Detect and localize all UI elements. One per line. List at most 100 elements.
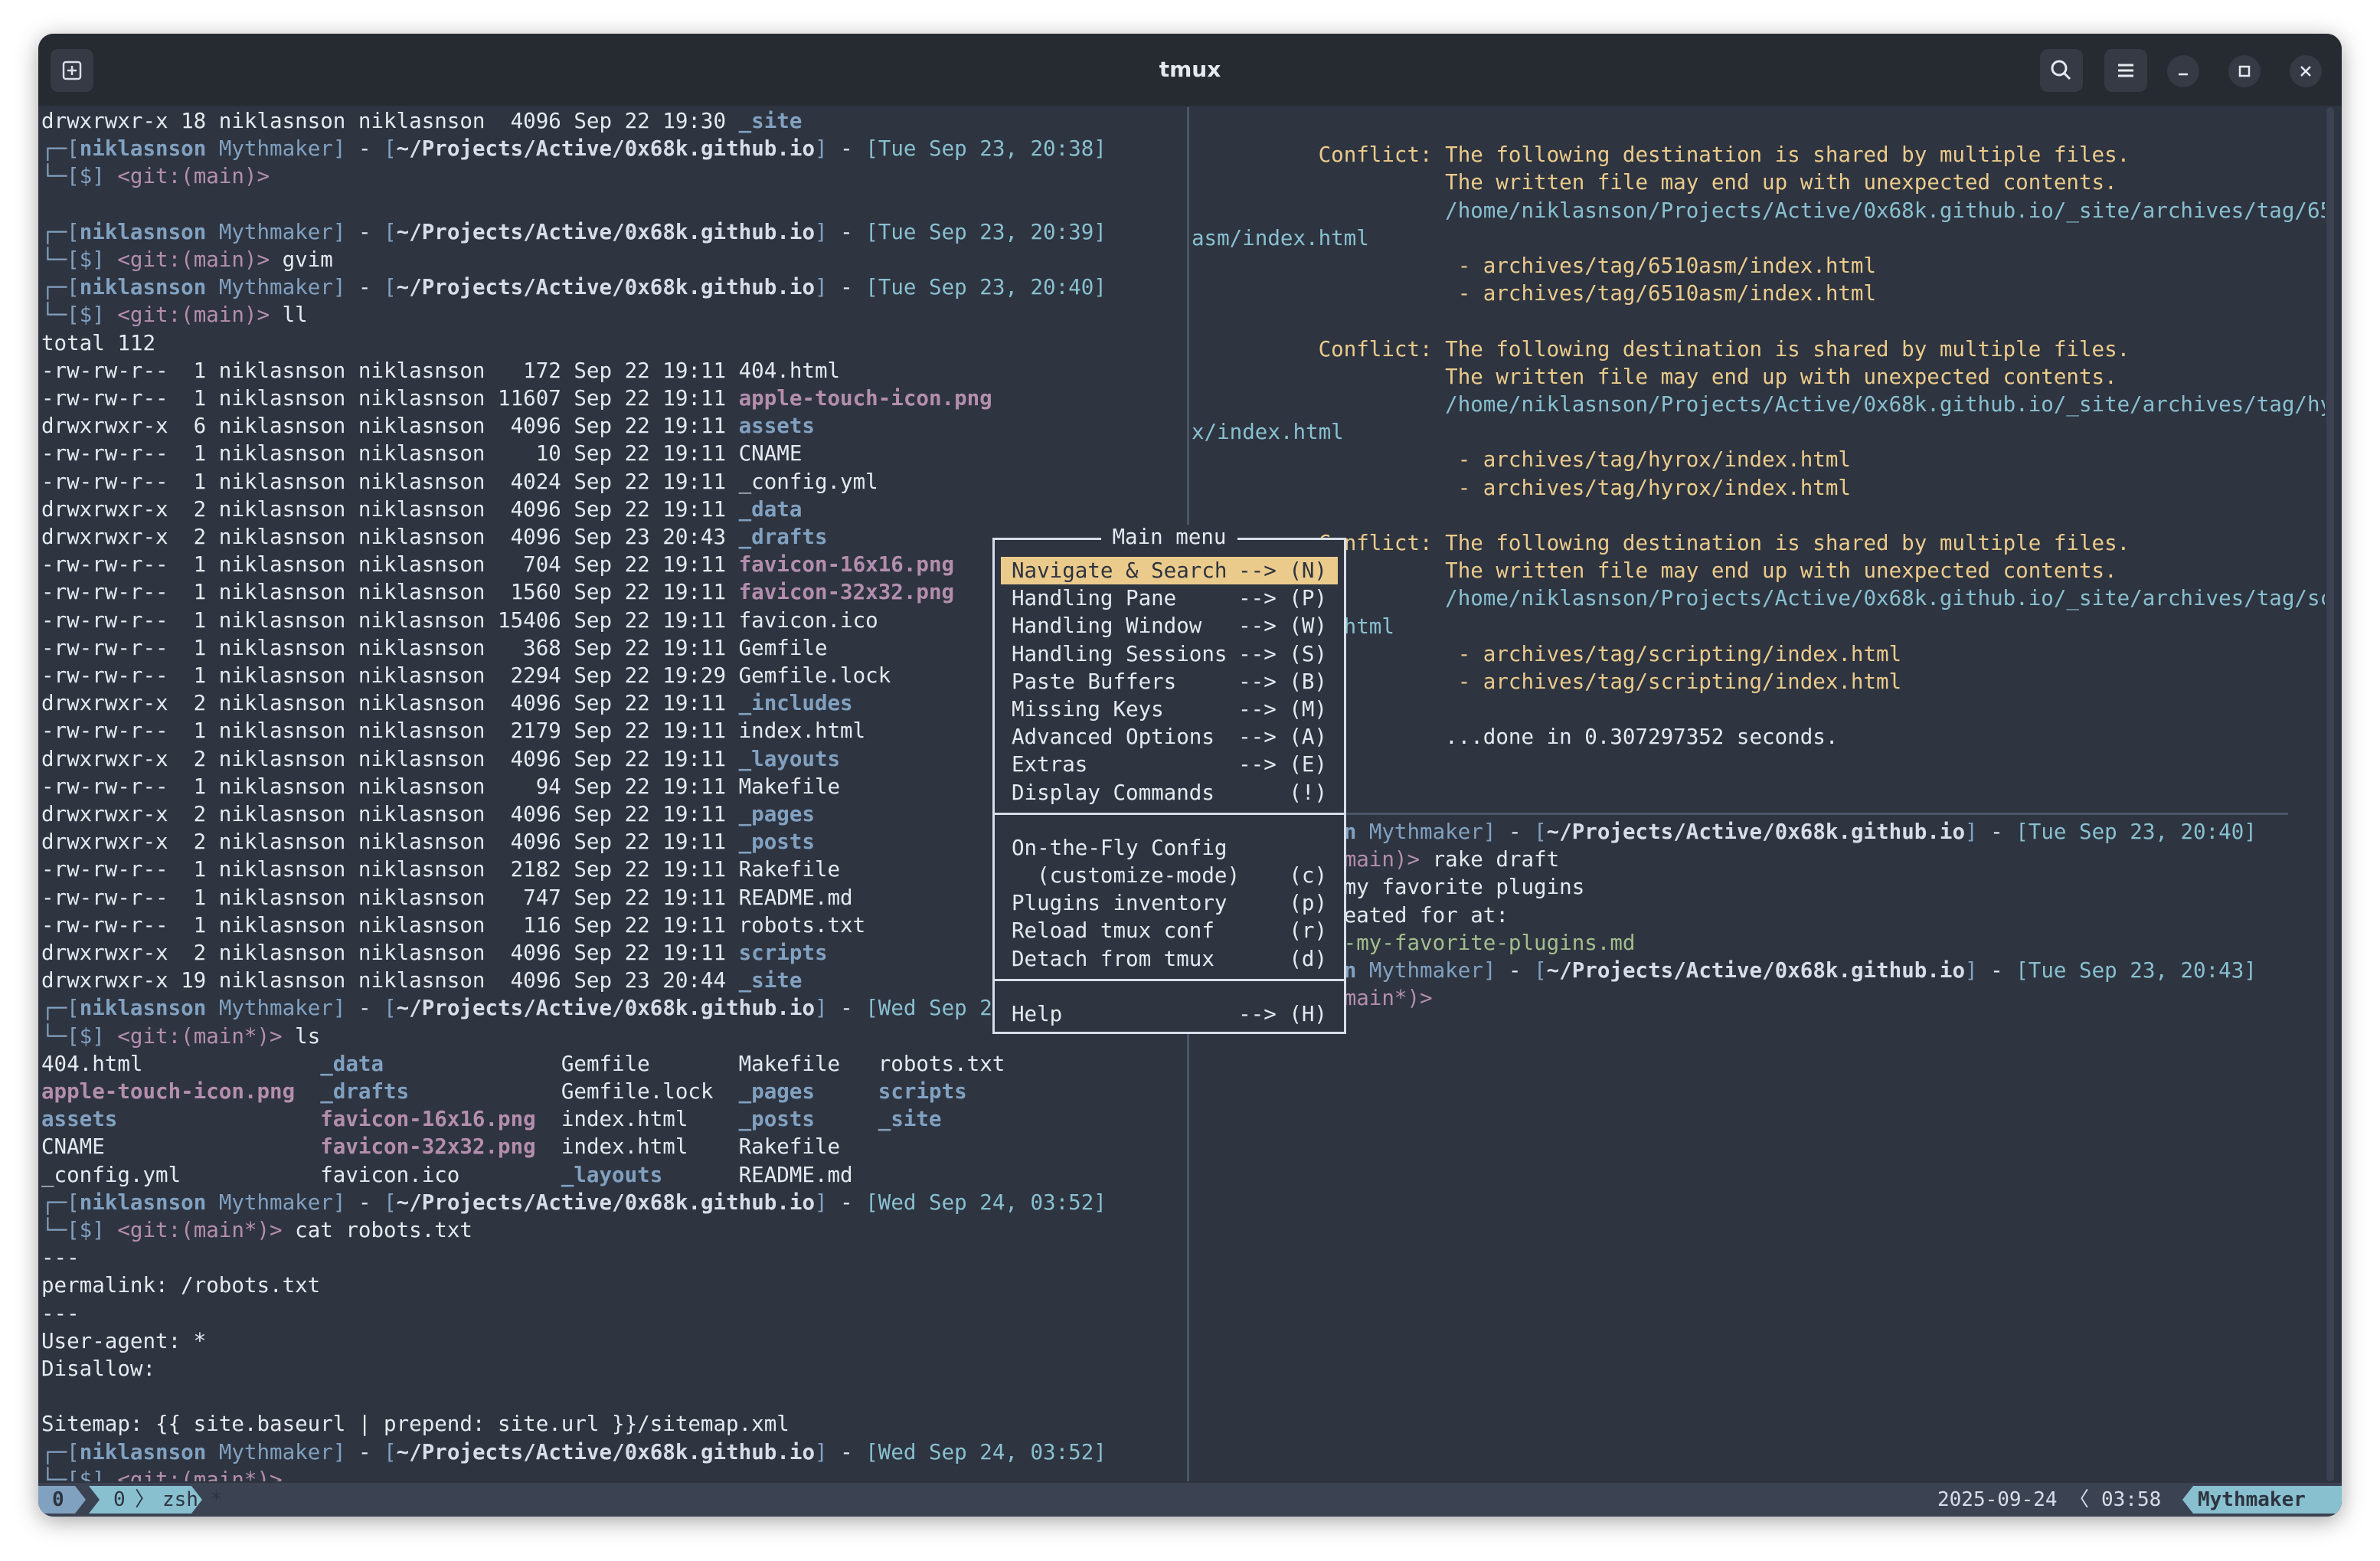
terminal-text: ┌─ bbox=[41, 1190, 67, 1215]
terminal-line: ┌─[niklasnson Mythmaker] - [~/Projects/A… bbox=[41, 994, 1030, 1022]
terminal-text: -rw-rw-r-- 1 niklasnson niklasnson 15406… bbox=[41, 607, 878, 633]
menu-item-label: Advanced Options bbox=[1012, 725, 1215, 750]
menu-item[interactable]: Detach from tmux (d) bbox=[1001, 945, 1338, 973]
menu-item[interactable]: Handling Pane --> (P) bbox=[1001, 584, 1338, 612]
menu-item-shortcut: --> (A) bbox=[1238, 725, 1327, 750]
terminal-text: ┌─ bbox=[41, 275, 67, 300]
terminal-line: Sitemap: {{ site.baseurl | prepend: site… bbox=[41, 1410, 790, 1438]
menu-item[interactable]: Missing Keys --> (M) bbox=[1001, 695, 1338, 723]
terminal-text: drwxrwxr-x 6 niklasnson niklasnson 4096 … bbox=[41, 414, 739, 439]
terminal-text: [ bbox=[384, 996, 397, 1021]
tmux-main-menu[interactable]: Main menu Navigate & Search --> (N) Handli… bbox=[992, 525, 1346, 1034]
menu-item[interactable]: Plugins inventory (p) bbox=[1001, 889, 1338, 917]
terminal-text: favicon-32x32.png bbox=[320, 1134, 536, 1160]
terminal-text: _layouts bbox=[738, 746, 841, 771]
menu-item[interactable]: Navigate & Search --> (N) bbox=[1001, 557, 1338, 584]
terminal-text: User-agent: * bbox=[41, 1328, 207, 1353]
terminal-text: - archives/tag/hyrox/index.html bbox=[1457, 475, 1851, 500]
menu-item-shortcut: (!) bbox=[1289, 780, 1327, 805]
menu-item[interactable]: Display Commands (!) bbox=[1001, 779, 1338, 807]
terminal-line: The written file may end up with unexpec… bbox=[1192, 363, 2117, 391]
terminal-text: [Tue Sep 23, 20:40] bbox=[2015, 820, 2257, 844]
terminal-text: ] bbox=[332, 219, 346, 244]
terminal-text: -rw-rw-r-- 1 niklasnson niklasnson 2182 … bbox=[41, 857, 841, 882]
session-index[interactable]: 0 bbox=[52, 1486, 64, 1514]
minimize-button[interactable] bbox=[2167, 55, 2199, 87]
terminal-text: favicon-16x16.png bbox=[320, 1107, 536, 1132]
menu-item[interactable]: Paste Buffers --> (B) bbox=[1001, 668, 1338, 695]
pane-divider-horizontal[interactable] bbox=[1189, 813, 2288, 815]
right-top-terminal-pane[interactable]: Conflict: The following destination is s… bbox=[1192, 113, 2325, 810]
terminal-text: ] bbox=[332, 275, 346, 300]
terminal-line: -rw-rw-r-- 1 niklasnson niklasnson 10 Se… bbox=[41, 440, 802, 467]
terminal-line: - archives/tag/6510asm/index.html bbox=[1192, 252, 1876, 280]
search-button[interactable] bbox=[2040, 49, 2083, 92]
menu-title: Main menu bbox=[1101, 525, 1237, 549]
terminal-line: ┌─[niklasnson Mythmaker] - [~/Projects/A… bbox=[41, 1189, 1107, 1216]
terminal-text: [ bbox=[384, 1190, 397, 1215]
right-bottom-terminal-pane[interactable]: ┌─[niklasnson Mythmaker] - [~/Projects/A… bbox=[1192, 818, 2325, 1480]
terminal-line: x/index.html bbox=[1192, 418, 1344, 446]
terminal-text: ] bbox=[815, 136, 828, 162]
terminal-line: -rw-rw-r-- 1 niklasnson niklasnson 2182 … bbox=[41, 856, 840, 883]
menu-item[interactable]: On-the-Fly Config bbox=[1001, 834, 1338, 862]
terminal-text: [$] bbox=[67, 164, 105, 189]
terminal-text: - bbox=[827, 1439, 866, 1464]
menu-item[interactable]: (customize-mode) (c) bbox=[1001, 862, 1338, 889]
terminal-line: User-agent: * bbox=[41, 1327, 206, 1355]
menu-item-shortcut: --> (N) bbox=[1238, 558, 1327, 583]
terminal-line: drwxrwxr-x 2 niklasnson niklasnson 4096 … bbox=[41, 800, 815, 828]
terminal-text: Mythmaker bbox=[206, 1190, 333, 1215]
menu-item[interactable]: Handling Sessions --> (S) bbox=[1001, 640, 1338, 668]
menu-item-label: Navigate & Search bbox=[1012, 558, 1228, 583]
terminal-line: ┌─[niklasnson Mythmaker] - [~/Projects/A… bbox=[41, 273, 1107, 301]
terminal-text: gvim bbox=[270, 247, 333, 272]
terminal-text: [ bbox=[67, 136, 80, 162]
status-time: 03:58 bbox=[2101, 1488, 2162, 1511]
terminal-text: [$] bbox=[67, 247, 105, 272]
menu-item[interactable]: Extras --> (E) bbox=[1001, 751, 1338, 778]
menu-item[interactable]: Reload tmux conf (r) bbox=[1001, 917, 1338, 944]
terminal-text: /home/niklasnson/Projects/Active/0x68k.g… bbox=[1445, 392, 2325, 417]
terminal-text: Conflict: The following destination is s… bbox=[1318, 142, 2130, 168]
menu-item[interactable]: Handling Window --> (W) bbox=[1001, 612, 1338, 640]
terminal-text: <git:(main)> bbox=[117, 303, 270, 328]
window-name[interactable]: zsh * bbox=[162, 1486, 222, 1514]
terminal-line: ┌─[niklasnson Mythmaker] - [~/Projects/A… bbox=[41, 218, 1107, 246]
terminal-line: -rw-rw-r-- 1 niklasnson niklasnson 116 S… bbox=[41, 911, 865, 939]
menu-item-label: (customize-mode) bbox=[1012, 863, 1241, 888]
terminal-line: -rw-rw-r-- 1 niklasnson niklasnson 747 S… bbox=[41, 884, 853, 911]
terminal-text: - archives/tag/6510asm/index.html bbox=[1457, 254, 1877, 278]
terminal-text: _site bbox=[738, 968, 803, 993]
menu-item-shortcut: --> (B) bbox=[1238, 669, 1327, 694]
menu-button[interactable] bbox=[2104, 49, 2147, 92]
terminal-text: ] bbox=[815, 1439, 828, 1464]
terminal-line: └─[$] <git:(main*)> cat robots.txt bbox=[41, 1216, 472, 1244]
terminal-text: [ bbox=[1534, 820, 1547, 844]
close-button[interactable] bbox=[2290, 55, 2322, 87]
menu-item[interactable]: Advanced Options --> (A) bbox=[1001, 723, 1338, 751]
terminal-text: [ bbox=[384, 136, 397, 162]
menu-item-shortcut: (d) bbox=[1289, 946, 1327, 971]
scrollbar[interactable] bbox=[2326, 107, 2334, 1481]
terminal-text: drwxrwxr-x 2 niklasnson niklasnson 4096 … bbox=[41, 691, 739, 716]
terminal-text: [Tue Sep 23, 20:38] bbox=[865, 136, 1107, 162]
terminal-line: assets favicon-16x16.png index.html _pos… bbox=[41, 1105, 942, 1133]
terminal-text: [$] bbox=[67, 1023, 105, 1049]
terminal-text: - bbox=[345, 136, 384, 162]
maximize-button[interactable] bbox=[2228, 55, 2261, 87]
terminal-text: [$] bbox=[67, 1218, 105, 1242]
menu-item-label: Extras bbox=[1012, 752, 1088, 777]
menu-item[interactable]: Help --> (H) bbox=[1001, 1000, 1338, 1028]
terminal-text: _pages bbox=[738, 1079, 815, 1104]
menu-item-shortcut: --> (E) bbox=[1238, 752, 1327, 777]
terminal-line: └─[$] <git:(main*)> ls bbox=[41, 1023, 320, 1050]
terminal-text: README.md bbox=[662, 1162, 853, 1187]
terminal-text: [Wed Sep 24, 03:52] bbox=[865, 1190, 1107, 1215]
terminal-text: [Tue Sep 23, 20:39] bbox=[865, 219, 1107, 244]
window-index[interactable]: 0 bbox=[113, 1486, 126, 1514]
